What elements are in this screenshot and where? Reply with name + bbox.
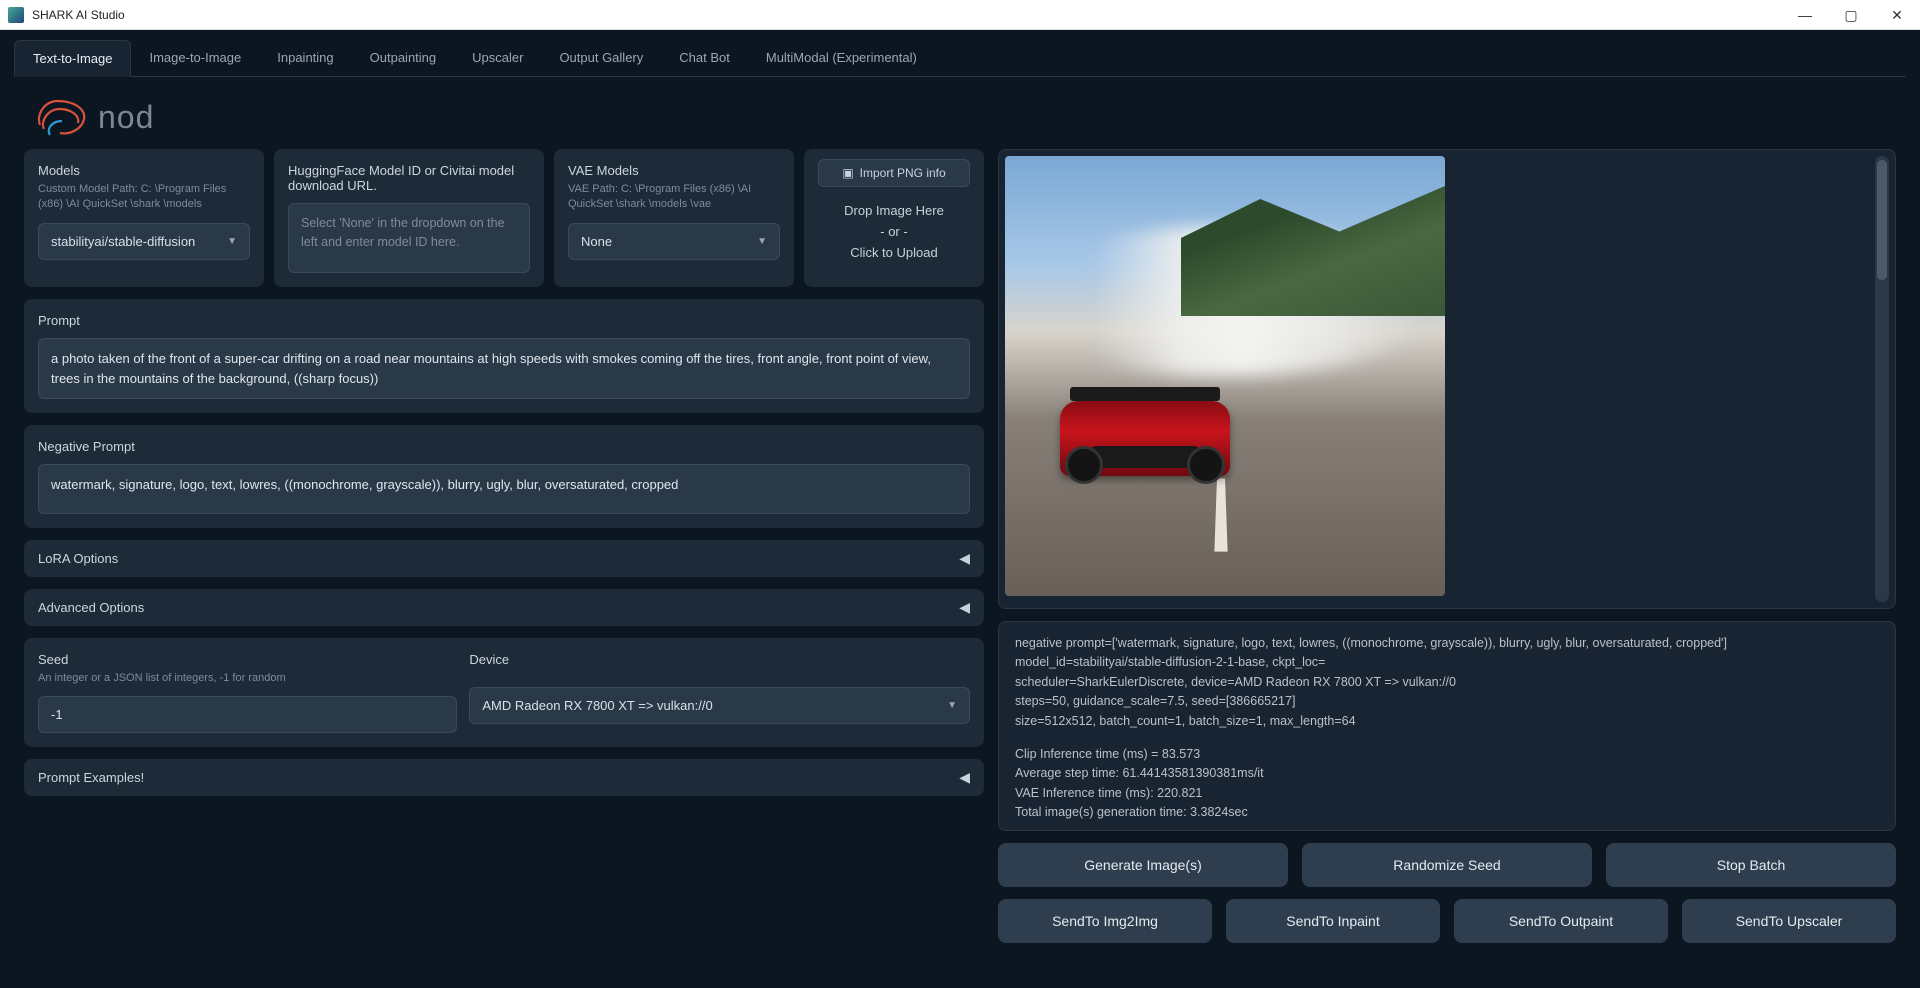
tab-output-gallery[interactable]: Output Gallery	[541, 40, 661, 76]
log-line: VAE Inference time (ms): 220.821	[1015, 784, 1879, 803]
collapse-arrow-icon: ◀	[959, 769, 970, 786]
drop-text-1: Drop Image Here	[824, 201, 964, 222]
prompt-panel: Prompt a photo taken of the front of a s…	[24, 299, 984, 413]
hf-panel: HuggingFace Model ID or Civitai model do…	[274, 149, 544, 287]
models-panel: Models Custom Model Path: C: \Program Fi…	[24, 149, 264, 287]
generated-image[interactable]	[1005, 156, 1445, 596]
seed-sublabel: An integer or a JSON list of integers, -…	[38, 671, 457, 686]
collapse-arrow-icon: ◀	[959, 550, 970, 567]
window-controls: — ▢ ✕	[1782, 0, 1920, 30]
log-line: Total image(s) generation time: 3.3824se…	[1015, 803, 1879, 822]
tab-text-to-image[interactable]: Text-to-Image	[14, 40, 131, 77]
log-line: negative prompt=['watermark, signature, …	[1015, 634, 1879, 653]
device-select[interactable]: AMD Radeon RX 7800 XT => vulkan://0 ▼	[469, 687, 970, 724]
drop-text-2: - or -	[824, 222, 964, 243]
chevron-down-icon: ▼	[947, 700, 957, 711]
import-png-label: Import PNG info	[860, 166, 946, 180]
models-select-value: stabilityai/stable-diffusion	[51, 234, 195, 249]
log-line: model_id=stabilityai/stable-diffusion-2-…	[1015, 653, 1879, 672]
negative-prompt-input[interactable]: watermark, signature, logo, text, lowres…	[38, 464, 970, 514]
tab-outpainting[interactable]: Outpainting	[352, 40, 455, 76]
models-select[interactable]: stabilityai/stable-diffusion ▼	[38, 223, 250, 260]
prompt-label: Prompt	[38, 313, 970, 328]
nod-logo-text: nod	[98, 99, 154, 136]
advanced-options-toggle[interactable]: Advanced Options ◀	[24, 589, 984, 626]
randomize-seed-button[interactable]: Randomize Seed	[1302, 843, 1592, 887]
sendto-inpaint-button[interactable]: SendTo Inpaint	[1226, 899, 1440, 943]
log-line: size=512x512, batch_count=1, batch_size=…	[1015, 712, 1879, 731]
seed-input[interactable]: -1	[38, 696, 457, 733]
prompt-input[interactable]: a photo taken of the front of a super-ca…	[38, 338, 970, 399]
tab-inpainting[interactable]: Inpainting	[259, 40, 351, 76]
window-titlebar: SHARK AI Studio — ▢ ✕	[0, 0, 1920, 30]
seed-label: Seed	[38, 652, 457, 667]
generate-button[interactable]: Generate Image(s)	[998, 843, 1288, 887]
log-line: Average step time: 61.44143581390381ms/i…	[1015, 764, 1879, 783]
lora-options-toggle[interactable]: LoRA Options ◀	[24, 540, 984, 577]
collapse-arrow-icon: ◀	[959, 599, 970, 616]
hf-model-input[interactable]: Select 'None' in the dropdown on the lef…	[288, 203, 530, 273]
logo-row: nod	[14, 77, 1906, 149]
seed-device-panel: Seed An integer or a JSON list of intege…	[24, 638, 984, 747]
app-icon	[8, 7, 24, 23]
vae-label: VAE Models	[568, 163, 780, 178]
models-sublabel: Custom Model Path: C: \Program Files (x8…	[38, 182, 250, 213]
log-line: scheduler=SharkEulerDiscrete, device=AMD…	[1015, 673, 1879, 692]
sendto-img2img-button[interactable]: SendTo Img2Img	[998, 899, 1212, 943]
close-button[interactable]: ✕	[1874, 0, 1920, 30]
minimize-button[interactable]: —	[1782, 0, 1828, 30]
tab-chat-bot[interactable]: Chat Bot	[661, 40, 748, 76]
models-label: Models	[38, 163, 250, 178]
tab-multimodal[interactable]: MultiModal (Experimental)	[748, 40, 935, 76]
vae-select-value: None	[581, 234, 612, 249]
stop-batch-button[interactable]: Stop Batch	[1606, 843, 1896, 887]
maximize-button[interactable]: ▢	[1828, 0, 1874, 30]
negative-prompt-label: Negative Prompt	[38, 439, 970, 454]
vae-select[interactable]: None ▼	[568, 223, 780, 260]
log-line: Clip Inference time (ms) = 83.573	[1015, 745, 1879, 764]
device-select-value: AMD Radeon RX 7800 XT => vulkan://0	[482, 698, 712, 713]
vae-sublabel: VAE Path: C: \Program Files (x86) \AI Qu…	[568, 182, 780, 213]
nod-logo-icon	[34, 95, 88, 139]
sendto-outpaint-button[interactable]: SendTo Outpaint	[1454, 899, 1668, 943]
device-label: Device	[469, 652, 970, 667]
chevron-down-icon: ▼	[757, 236, 767, 247]
chevron-down-icon: ▼	[227, 236, 237, 247]
examples-label: Prompt Examples!	[38, 770, 144, 785]
scroll-thumb[interactable]	[1877, 160, 1887, 280]
image-dropzone[interactable]: Drop Image Here - or - Click to Upload	[818, 195, 970, 269]
info-icon: ▣	[842, 166, 853, 180]
output-preview-box	[998, 149, 1896, 609]
import-png-button[interactable]: ▣ Import PNG info	[818, 159, 970, 187]
tab-upscaler[interactable]: Upscaler	[454, 40, 541, 76]
advanced-label: Advanced Options	[38, 600, 144, 615]
import-panel: ▣ Import PNG info Drop Image Here - or -…	[804, 149, 984, 287]
output-scrollbar[interactable]	[1875, 156, 1889, 602]
main-tabs: Text-to-Image Image-to-Image Inpainting …	[14, 40, 1906, 77]
vae-panel: VAE Models VAE Path: C: \Program Files (…	[554, 149, 794, 287]
nod-logo: nod	[34, 95, 154, 139]
log-line: steps=50, guidance_scale=7.5, seed=[3866…	[1015, 692, 1879, 711]
window-title: SHARK AI Studio	[32, 8, 125, 22]
sendto-upscaler-button[interactable]: SendTo Upscaler	[1682, 899, 1896, 943]
hf-label: HuggingFace Model ID or Civitai model do…	[288, 163, 530, 193]
tab-image-to-image[interactable]: Image-to-Image	[131, 40, 259, 76]
app-root: Text-to-Image Image-to-Image Inpainting …	[0, 30, 1920, 988]
generation-log: negative prompt=['watermark, signature, …	[998, 621, 1896, 831]
drop-text-3: Click to Upload	[824, 243, 964, 264]
lora-label: LoRA Options	[38, 551, 118, 566]
negative-prompt-panel: Negative Prompt watermark, signature, lo…	[24, 425, 984, 528]
prompt-examples-toggle[interactable]: Prompt Examples! ◀	[24, 759, 984, 796]
